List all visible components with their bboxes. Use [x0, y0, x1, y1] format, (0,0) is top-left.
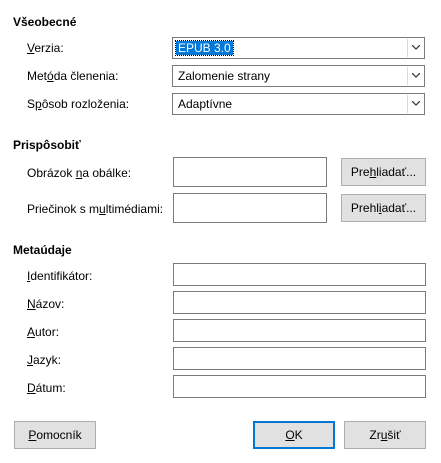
browse-cover-button[interactable]: Prehliadať...: [341, 158, 426, 186]
name-label: Názov:: [27, 297, 65, 311]
layout-method-select[interactable]: Adaptívne: [172, 93, 425, 115]
browse-media-button[interactable]: Prehliadať...: [341, 194, 426, 222]
ok-button[interactable]: OK: [253, 421, 335, 449]
cover-image-field[interactable]: [173, 157, 327, 187]
section-title-customize: Prispôsobiť: [13, 138, 81, 152]
cancel-button[interactable]: Zrušiť: [344, 421, 426, 449]
chevron-down-icon[interactable]: [407, 39, 423, 57]
identifier-field[interactable]: [173, 263, 426, 286]
name-field[interactable]: [173, 291, 426, 314]
language-field[interactable]: [173, 347, 426, 370]
chevron-down-icon[interactable]: [407, 95, 423, 113]
split-method-value: Zalomenie strany: [178, 69, 271, 83]
version-select[interactable]: EPUB 3.0: [172, 37, 425, 59]
version-label: Verzia:: [27, 41, 64, 55]
layout-method-value: Adaptívne: [178, 97, 233, 111]
chevron-down-icon[interactable]: [407, 67, 423, 85]
date-field[interactable]: [173, 375, 426, 398]
split-method-label: Metóda členenia:: [27, 69, 119, 83]
author-label: Autor:: [27, 325, 60, 339]
author-field[interactable]: [173, 319, 426, 342]
media-folder-label: Priečinok s multimédiami:: [27, 202, 164, 216]
help-button[interactable]: Pomocník: [14, 421, 96, 449]
media-folder-field[interactable]: [173, 193, 327, 223]
section-title-metadata: Metaúdaje: [13, 243, 72, 257]
section-title-general: Všeobecné: [13, 15, 77, 29]
layout-method-label: Spôsob rozloženia:: [27, 97, 130, 111]
cover-image-label: Obrázok na obálke:: [27, 166, 132, 180]
date-label: Dátum:: [27, 381, 66, 395]
version-value: EPUB 3.0: [175, 40, 234, 56]
identifier-label: Identifikátor:: [27, 269, 93, 283]
language-label: Jazyk:: [27, 353, 62, 367]
split-method-select[interactable]: Zalomenie strany: [172, 65, 425, 87]
